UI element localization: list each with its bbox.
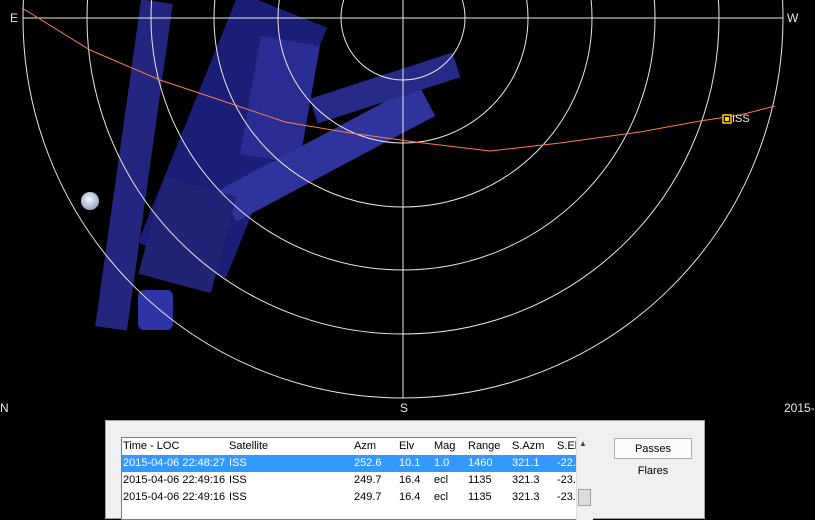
cell-sazm: 321.3 <box>512 491 540 503</box>
cell-range: 1135 <box>468 474 492 486</box>
cell-sazm: 321.3 <box>512 474 540 486</box>
column-header-sazm[interactable]: S.Azm <box>512 438 544 455</box>
cell-elv: 16.4 <box>399 474 421 486</box>
cell-azm: 249.7 <box>354 474 382 486</box>
cell-sazm: 321.1 <box>512 457 540 469</box>
cell-mag: ecl <box>434 474 449 486</box>
cell-elv: 16.4 <box>399 491 421 503</box>
passes-list[interactable]: Time - LOC Satellite Azm Elv Mag Range S… <box>121 437 593 520</box>
direction-south-label: S <box>400 401 409 415</box>
cell-range: 1135 <box>468 491 492 503</box>
cell-azm: 249.7 <box>354 491 382 503</box>
cell-azm: 252.6 <box>354 457 382 469</box>
list-item[interactable]: 2015-04-06 22:49:16 ISS 249.7 16.4 ecl 1… <box>122 472 592 489</box>
column-header-mag[interactable]: Mag <box>434 438 455 455</box>
list-header: Time - LOC Satellite Azm Elv Mag Range S… <box>122 438 592 455</box>
list-item[interactable]: 2015-04-06 22:49:16 ISS 249.7 16.4 ecl 1… <box>122 489 592 506</box>
satellite-image <box>95 0 461 331</box>
cell-satellite: ISS <box>229 457 247 469</box>
list-item-selected[interactable]: 2015-04-06 22:48:27 ISS 252.6 10.1 1.0 1… <box>122 455 592 472</box>
column-header-elv[interactable]: Elv <box>399 438 414 455</box>
column-header-range[interactable]: Range <box>468 438 500 455</box>
cell-mag: ecl <box>434 491 449 503</box>
passes-button[interactable]: Passes <box>614 438 692 459</box>
cell-range: 1460 <box>468 457 493 469</box>
direction-east-label: E <box>10 11 19 25</box>
flares-button[interactable]: Flares <box>614 461 692 482</box>
cell-time: 2015-04-06 22:49:16 <box>123 474 226 486</box>
cell-elv: 10.1 <box>399 457 421 469</box>
column-header-satellite[interactable]: Satellite <box>229 438 268 455</box>
direction-west-label: W <box>787 11 799 25</box>
cell-time: 2015-04-06 22:49:16 <box>123 491 226 503</box>
iss-label: ISS <box>732 113 750 125</box>
moon-icon[interactable] <box>81 192 99 210</box>
cell-satellite: ISS <box>229 474 247 486</box>
list-scrollbar[interactable]: ▲ <box>576 437 593 520</box>
column-header-azm[interactable]: Azm <box>354 438 376 455</box>
cell-time: 2015-04-06 22:48:27 <box>123 457 226 469</box>
direction-north-label: N <box>0 401 9 415</box>
datetime-label: 2015-0 <box>784 401 815 415</box>
cell-satellite: ISS <box>229 491 247 503</box>
scroll-up-arrow-icon[interactable]: ▲ <box>579 439 587 448</box>
scroll-thumb[interactable] <box>578 489 591 506</box>
passes-panel: Time - LOC Satellite Azm Elv Mag Range S… <box>105 420 705 520</box>
iss-marker-core <box>725 117 729 121</box>
cell-mag: 1.0 <box>434 457 450 469</box>
column-header-time[interactable]: Time - LOC <box>123 438 179 455</box>
